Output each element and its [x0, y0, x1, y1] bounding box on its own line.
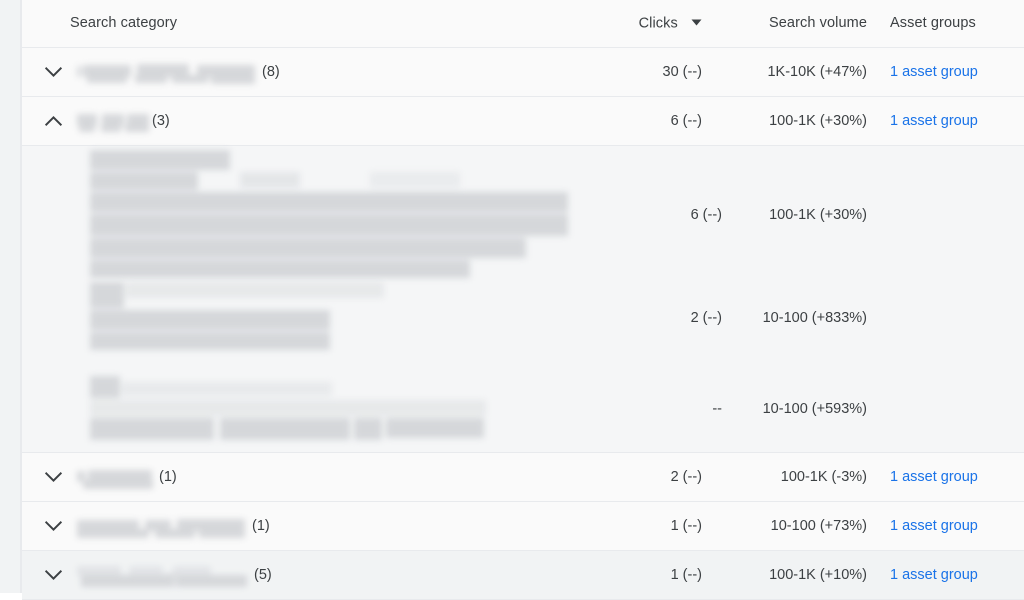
redacted-category-text — [77, 61, 257, 84]
column-header-asset-groups[interactable]: Asset groups — [890, 0, 976, 47]
row-clicks-value: 30 (--) — [662, 64, 702, 80]
table-row[interactable]: (1) 1 (--) 10-100 (+73%) 1 asset group — [22, 502, 1024, 551]
row-child-count: (8) — [262, 64, 280, 80]
column-header-clicks-label: Clicks — [638, 15, 678, 32]
redacted-search-term — [90, 376, 490, 442]
child-search-volume-value: 10-100 (+833%) — [762, 310, 867, 326]
expanded-search-terms-group: 6 (--) 100-1K (+30%) 2 (--) 10-100 (+833… — [22, 146, 1024, 453]
table-row[interactable]: (3) 6 (--) 100-1K (+30%) 1 asset group — [22, 97, 1024, 146]
search-categories-table-page: Search category Clicks Search volume Ass… — [0, 0, 1024, 600]
redacted-term-block — [90, 282, 400, 352]
column-header-search-category[interactable]: Search category — [70, 0, 177, 47]
row-clicks-value: 1 (--) — [670, 518, 702, 534]
row-category-cell: (1) — [77, 466, 177, 489]
row-child-count: (1) — [159, 469, 177, 485]
child-row[interactable]: 2 (--) 10-100 (+833%) — [22, 280, 1024, 374]
child-search-volume-value: 100-1K (+30%) — [769, 207, 867, 223]
chevron-down-icon[interactable] — [40, 464, 66, 490]
row-category-cell: (1) — [77, 515, 270, 538]
row-search-volume-value: 100-1K (+10%) — [769, 567, 867, 583]
row-child-count: (1) — [252, 518, 270, 534]
chevron-down-icon[interactable] — [40, 562, 66, 588]
child-clicks-value: 2 (--) — [690, 310, 722, 326]
redacted-category-text — [77, 564, 249, 587]
table-row[interactable]: (8) 30 (--) 1K-10K (+47%) 1 asset group — [22, 48, 1024, 97]
redacted-category-text — [77, 466, 154, 489]
search-categories-table: Search category Clicks Search volume Ass… — [22, 0, 1024, 600]
chevron-up-icon[interactable] — [40, 108, 66, 134]
row-asset-groups-link[interactable]: 1 asset group — [890, 518, 978, 534]
row-category-cell: (8) — [77, 61, 280, 84]
row-search-volume-value: 100-1K (+30%) — [769, 113, 867, 129]
row-asset-groups-link[interactable]: 1 asset group — [890, 64, 978, 80]
row-search-volume-value: 100-1K (-3%) — [780, 469, 867, 485]
row-category-cell: (3) — [77, 110, 170, 132]
redacted-search-term — [90, 282, 400, 352]
child-row[interactable]: 6 (--) 100-1K (+30%) — [22, 146, 1024, 280]
row-clicks-value: 6 (--) — [670, 113, 702, 129]
redacted-term-block — [90, 150, 580, 278]
row-clicks-value: 2 (--) — [670, 469, 702, 485]
row-asset-groups-link[interactable]: 1 asset group — [890, 567, 978, 583]
column-header-clicks[interactable]: Clicks — [562, 0, 702, 47]
table-header-row: Search category Clicks Search volume Ass… — [22, 0, 1024, 48]
row-child-count: (3) — [152, 113, 170, 129]
child-clicks-value: 6 (--) — [690, 207, 722, 223]
column-header-search-volume[interactable]: Search volume — [722, 0, 867, 47]
row-child-count: (5) — [254, 567, 272, 583]
redacted-category-text — [77, 110, 149, 132]
row-clicks-value: 1 (--) — [670, 567, 702, 583]
row-search-volume-value: 10-100 (+73%) — [770, 518, 867, 534]
redacted-category-text — [77, 515, 247, 538]
child-clicks-value: -- — [712, 401, 722, 417]
table-row[interactable]: (1) 2 (--) 100-1K (-3%) 1 asset group — [22, 453, 1024, 502]
row-asset-groups-link[interactable]: 1 asset group — [890, 113, 978, 129]
left-gutter — [0, 0, 20, 593]
child-row[interactable]: -- 10-100 (+593%) — [22, 374, 1024, 452]
chevron-down-icon[interactable] — [40, 59, 66, 85]
row-search-volume-value: 1K-10K (+47%) — [767, 64, 867, 80]
sort-descending-arrow-icon — [691, 0, 702, 46]
redacted-term-block — [90, 376, 490, 442]
row-asset-groups-link[interactable]: 1 asset group — [890, 469, 978, 485]
row-category-cell: (5) — [77, 564, 272, 587]
child-search-volume-value: 10-100 (+593%) — [762, 401, 867, 417]
redacted-search-term — [90, 150, 580, 278]
chevron-down-icon[interactable] — [40, 513, 66, 539]
